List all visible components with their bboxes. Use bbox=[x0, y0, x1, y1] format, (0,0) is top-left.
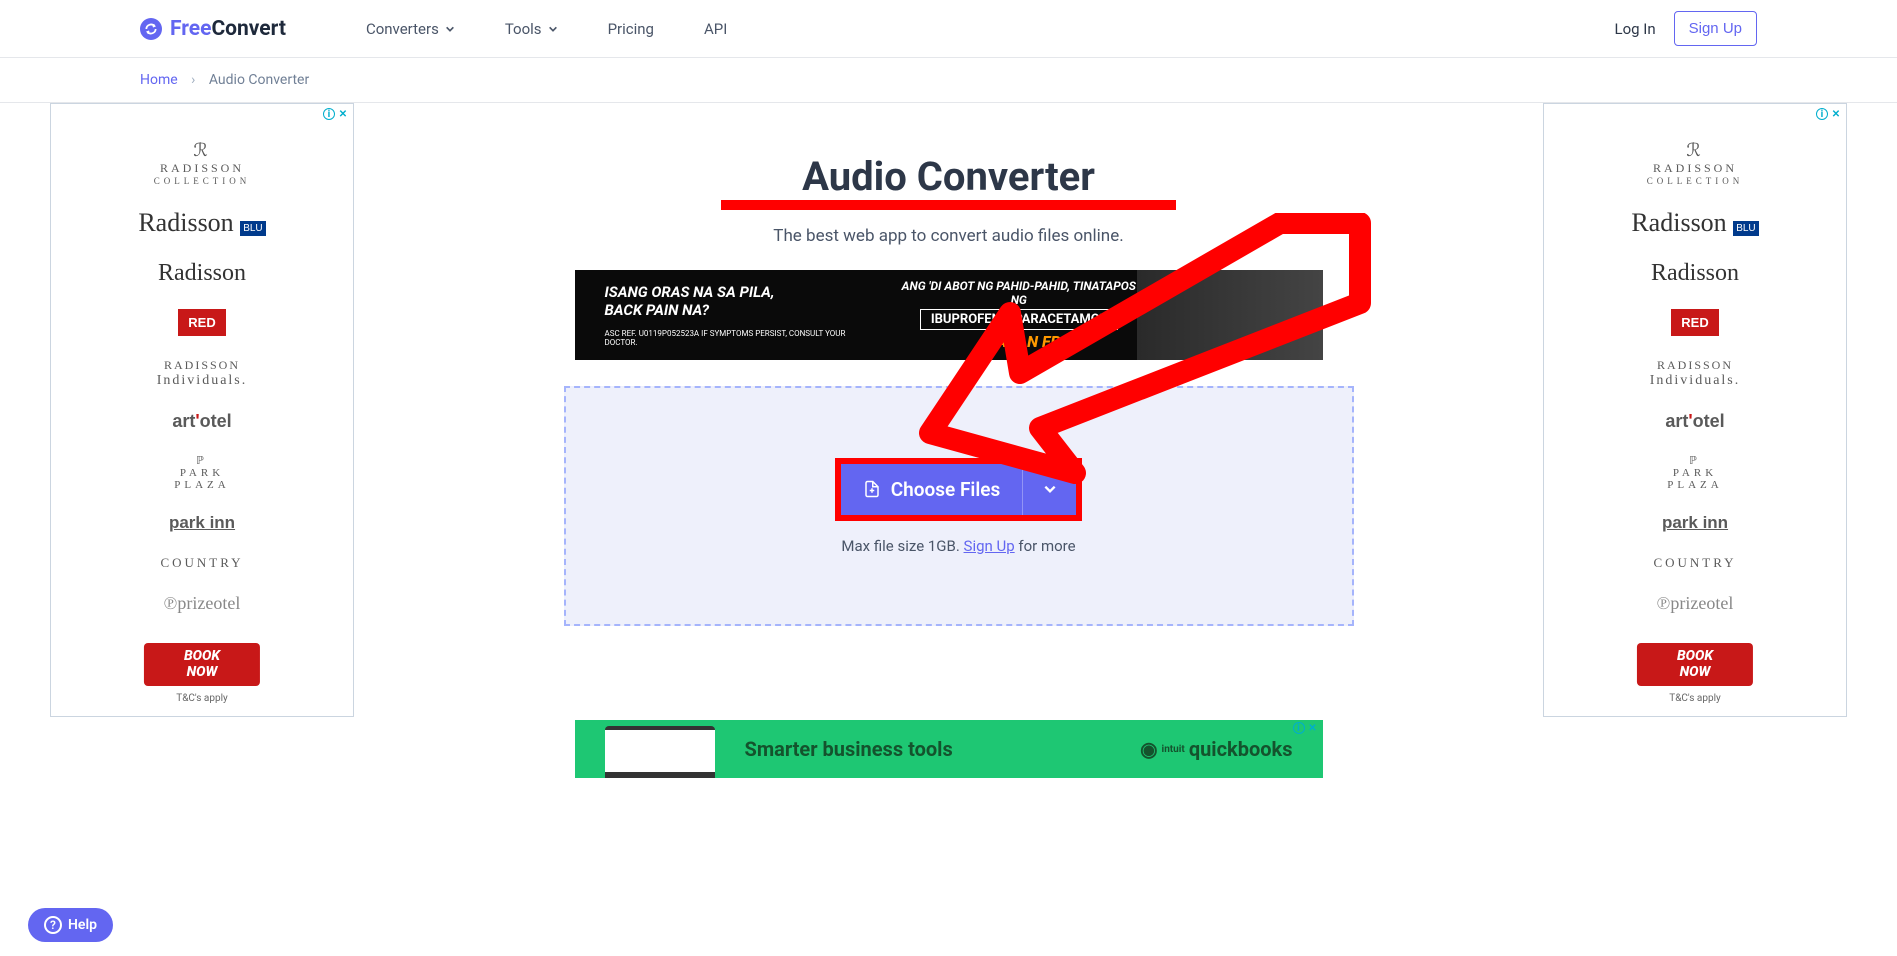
ad-brand-artotel: art'otel bbox=[172, 411, 231, 432]
nav-converters[interactable]: Converters bbox=[366, 20, 455, 38]
chevron-down-icon bbox=[548, 24, 558, 34]
nav-converters-label: Converters bbox=[366, 20, 439, 38]
nav-api[interactable]: API bbox=[704, 20, 727, 38]
ad-info-icon[interactable]: i bbox=[1293, 722, 1305, 734]
chevron-right-icon: › bbox=[191, 72, 195, 88]
ad-brand-red: RED bbox=[178, 309, 225, 336]
breadcrumb: Home › Audio Converter bbox=[0, 58, 1897, 103]
banner-ad-bottom[interactable]: i✕ Smarter business tools ◉ intuit quick… bbox=[575, 720, 1323, 778]
ad-terms: T&C's apply bbox=[51, 693, 353, 704]
ad-brand-radisson-collection: ℛRADISSONCOLLECTION bbox=[154, 140, 251, 186]
ad-badge: i✕ bbox=[1293, 722, 1319, 734]
ad-badge: i✕ bbox=[323, 108, 349, 120]
ad-brand: ◉ intuit quickbooks bbox=[1140, 737, 1292, 761]
ad-close-icon[interactable]: ✕ bbox=[1307, 722, 1319, 734]
ad-close-icon[interactable]: ✕ bbox=[337, 108, 349, 120]
nav-api-label: API bbox=[704, 20, 727, 38]
nav-tools-label: Tools bbox=[505, 20, 542, 38]
ad-brand-individuals: RADISSONIndividuals. bbox=[157, 358, 248, 389]
ad-brand-park-plaza: ℙPARKPLAZA bbox=[1667, 454, 1722, 491]
logo-text-free: Free bbox=[170, 17, 211, 41]
login-link[interactable]: Log In bbox=[1614, 20, 1655, 38]
chevron-down-icon bbox=[1043, 482, 1057, 496]
breadcrumb-current: Audio Converter bbox=[209, 72, 309, 88]
ad-terms: T&C's apply bbox=[1544, 693, 1846, 704]
ad-text: Smarter business tools bbox=[745, 737, 953, 761]
ad-close-icon[interactable]: ✕ bbox=[1830, 108, 1842, 120]
nav-pricing[interactable]: Pricing bbox=[608, 20, 654, 38]
help-widget[interactable]: ? Help bbox=[28, 908, 113, 942]
main-nav: Converters Tools Pricing API bbox=[366, 20, 727, 38]
logo-text-convert: Convert bbox=[211, 17, 286, 41]
ad-brand-radisson-collection: ℛRADISSONCOLLECTION bbox=[1647, 140, 1744, 186]
ad-brand-radisson-blu: Radisson BLU bbox=[1631, 208, 1758, 238]
ad-image bbox=[605, 726, 715, 778]
dropzone-hint: Max file size 1GB. Sign Up for more bbox=[841, 537, 1075, 555]
banner-ad-top[interactable]: ISANG ORAS NA SA PILA, BACK PAIN NA? ASC… bbox=[575, 270, 1323, 360]
ad-brand-country: COUNTRY bbox=[1653, 555, 1736, 571]
header-right: Log In Sign Up bbox=[1614, 11, 1757, 46]
ad-info-icon[interactable]: i bbox=[323, 108, 335, 120]
ad-book-now-button[interactable]: BOOKNOW bbox=[144, 643, 260, 686]
file-add-icon bbox=[863, 479, 881, 499]
choose-files-button[interactable]: Choose Files bbox=[841, 464, 1023, 515]
ad-brand-radisson-blu: Radisson BLU bbox=[138, 208, 265, 238]
banner-ad-left: ISANG ORAS NA SA PILA, BACK PAIN NA? ASC… bbox=[575, 283, 862, 347]
chevron-down-icon bbox=[445, 24, 455, 34]
banner-ad-right: ANG 'DI ABOT NG PAHID-PAHID, TINATAPOS N… bbox=[901, 279, 1137, 351]
sidebar-ad-right[interactable]: i✕ ℛRADISSONCOLLECTION Radisson BLU Radi… bbox=[1543, 103, 1847, 717]
ad-brand-list: ℛRADISSONCOLLECTION Radisson BLU Radisso… bbox=[51, 104, 353, 614]
ad-brand-prizeotel: ℗prizeotel bbox=[164, 593, 241, 614]
signup-button[interactable]: Sign Up bbox=[1674, 11, 1757, 46]
ad-brand-artotel: art'otel bbox=[1665, 411, 1724, 432]
center-column: ISANG ORAS NA SA PILA, BACK PAIN NA? ASC… bbox=[564, 270, 1334, 778]
ad-brand-radisson: Radisson bbox=[1651, 260, 1739, 287]
main-content: i✕ ℛRADISSONCOLLECTION Radisson BLU Radi… bbox=[0, 103, 1897, 778]
ad-book-now-button[interactable]: BOOKNOW bbox=[1637, 643, 1753, 686]
ad-brand-list: ℛRADISSONCOLLECTION Radisson BLU Radisso… bbox=[1544, 104, 1846, 614]
ad-brand-park-inn: park inn bbox=[169, 513, 235, 533]
nav-tools[interactable]: Tools bbox=[505, 20, 558, 38]
ad-brand-country: COUNTRY bbox=[160, 555, 243, 571]
logo-icon bbox=[140, 18, 162, 40]
breadcrumb-home[interactable]: Home bbox=[140, 72, 178, 88]
ad-brand-individuals: RADISSONIndividuals. bbox=[1650, 358, 1741, 389]
ad-brand-red: RED bbox=[1671, 309, 1718, 336]
annotation-highlight-box: Choose Files bbox=[835, 458, 1083, 521]
logo[interactable]: FreeConvert bbox=[140, 17, 286, 41]
ad-brand-park-inn: park inn bbox=[1662, 513, 1728, 533]
ad-brand-park-plaza: ℙPARKPLAZA bbox=[174, 454, 229, 491]
help-label: Help bbox=[68, 917, 97, 933]
main-header: FreeConvert Converters Tools Pricing API… bbox=[0, 0, 1897, 58]
help-icon: ? bbox=[44, 916, 62, 934]
ad-brand-prizeotel: ℗prizeotel bbox=[1657, 593, 1734, 614]
sidebar-ad-left[interactable]: i✕ ℛRADISSONCOLLECTION Radisson BLU Radi… bbox=[50, 103, 354, 717]
annotation-underline bbox=[721, 200, 1176, 210]
ad-info-icon[interactable]: i bbox=[1816, 108, 1828, 120]
file-dropzone[interactable]: Choose Files Max file size 1GB. Sign Up … bbox=[564, 386, 1354, 626]
ad-badge: i✕ bbox=[1816, 108, 1842, 120]
banner-ad-image bbox=[1137, 270, 1323, 360]
choose-files-label: Choose Files bbox=[891, 478, 1001, 501]
nav-pricing-label: Pricing bbox=[608, 20, 654, 38]
ad-brand-radisson: Radisson bbox=[158, 260, 246, 287]
choose-files-dropdown[interactable] bbox=[1022, 464, 1076, 515]
dropzone-signup-link[interactable]: Sign Up bbox=[964, 537, 1015, 555]
